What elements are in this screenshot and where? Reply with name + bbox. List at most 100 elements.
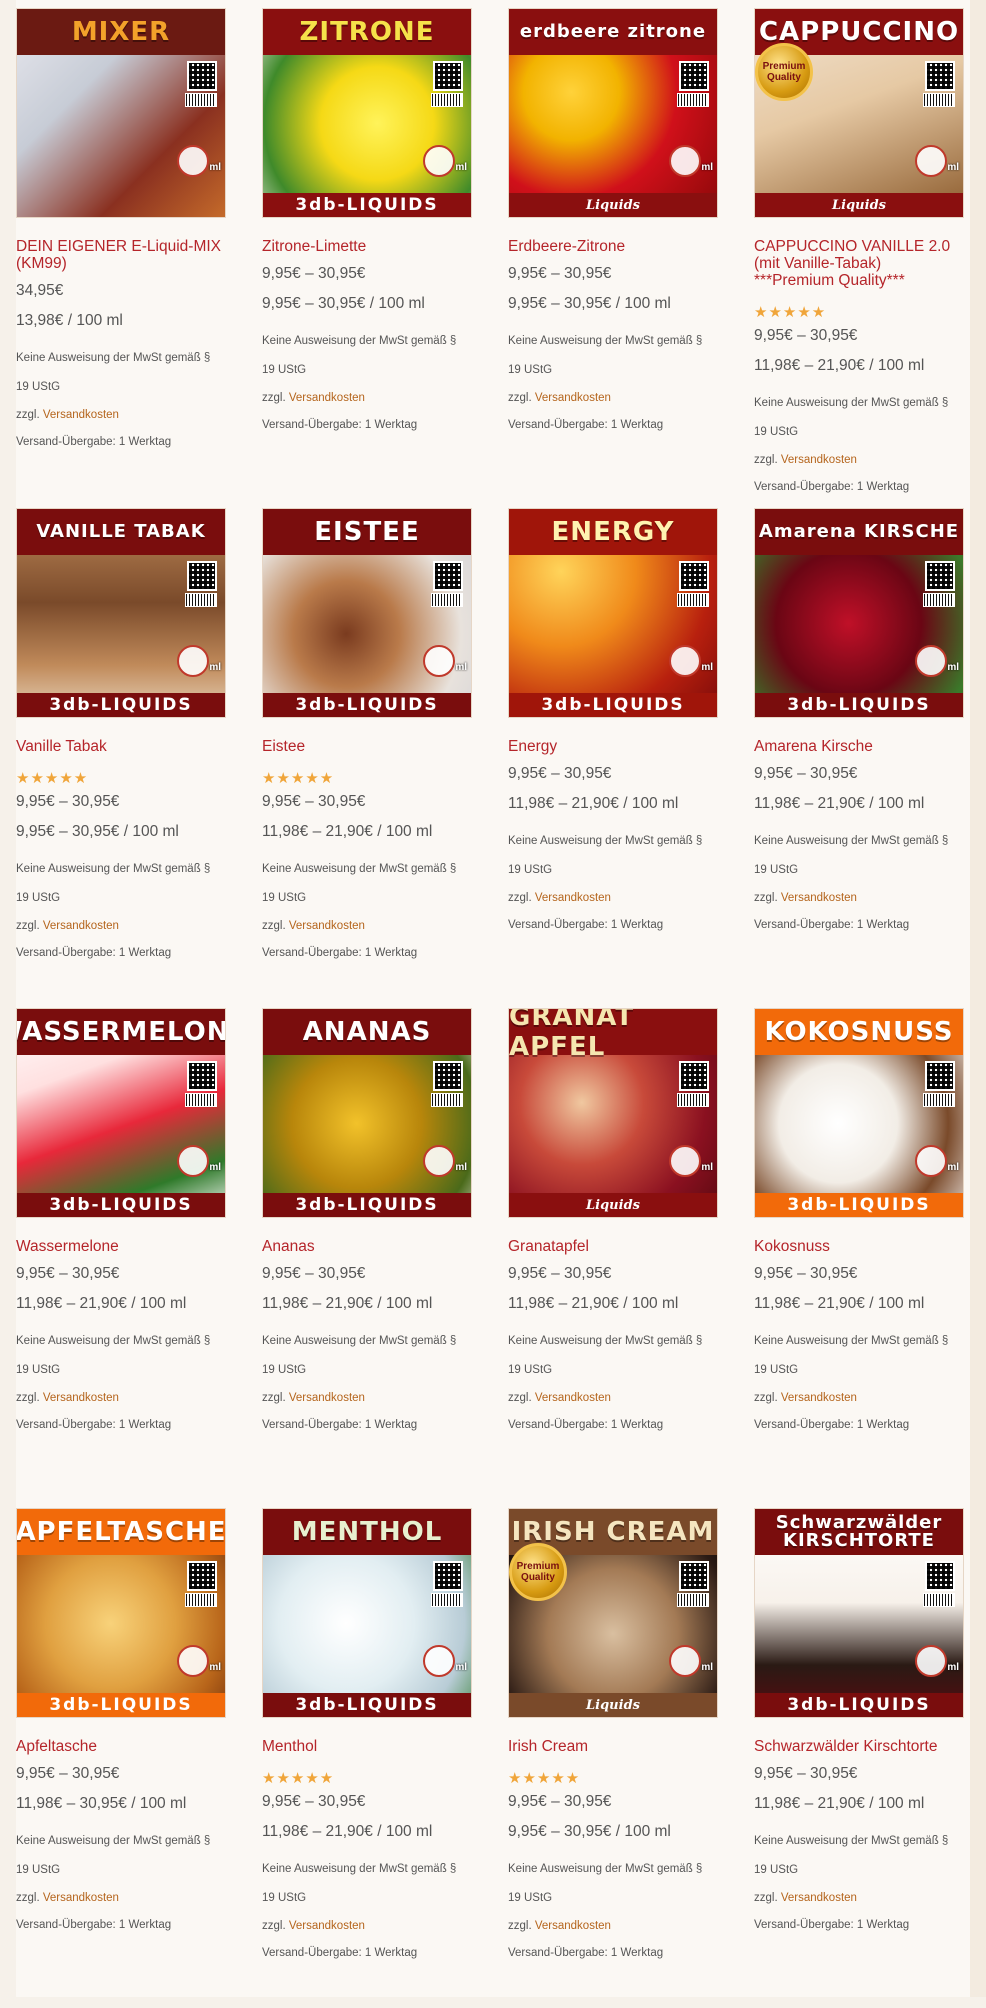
product-image[interactable]: MENTHOL ml 3db-LIQUIDS (262, 1508, 472, 1718)
product-title-link[interactable]: CAPPUCCINO VANILLE 2.0 (mit Vanille-Taba… (754, 238, 964, 289)
brand-strip: 3db-LIQUIDS (263, 693, 471, 717)
product-image[interactable]: IRISH CREAM Premium Quality ml Liquids (508, 1508, 718, 1718)
tax-note: Keine Ausweisung der MwSt gemäß § 19 USt… (262, 1327, 474, 1385)
product-image-banner: ZITRONE (263, 9, 471, 55)
unit-price: 11,98€ – 21,90€ / 100 ml (754, 1295, 925, 1312)
shipping-costs-link[interactable]: Versandkosten (535, 392, 611, 404)
delivery-note: Versand-Übergabe: 1 Werktag (262, 419, 418, 431)
shipping-note: zzgl. Versandkosten (262, 913, 508, 940)
product-image[interactable]: ENERGY ml 3db-LIQUIDS (508, 508, 718, 718)
barcode-icon (431, 1093, 463, 1107)
product-image[interactable]: MIXER ml (16, 8, 226, 218)
shipping-costs-link[interactable]: Versandkosten (535, 1920, 611, 1932)
barcode-icon (923, 1593, 955, 1607)
tax-note: Keine Ausweisung der MwSt gemäß § 19 USt… (508, 327, 720, 385)
ml-label: ml (701, 1662, 713, 1673)
product-image[interactable]: ZITRONE ml 3db-LIQUIDS (262, 8, 472, 218)
product-title-link[interactable]: Ananas (262, 1238, 472, 1255)
product-price: 9,95€ – 30,95€ (262, 793, 366, 810)
tax-note-line-1: Keine Ausweisung der MwSt gemäß § (262, 1335, 457, 1347)
unit-price: 11,98€ – 30,95€ / 100 ml (16, 1795, 187, 1812)
product-image[interactable]: CAPPUCCINO Premium Quality ml Liquids (754, 8, 964, 218)
shipping-costs-link[interactable]: Versandkosten (289, 920, 365, 932)
ml-label: ml (209, 662, 221, 673)
product-card: GRANAT APFEL ml Liquids Granatapfel 9,95… (508, 1008, 754, 1508)
shipping-costs-link[interactable]: Versandkosten (43, 920, 119, 932)
product-image[interactable]: Amarena KIRSCHE ml 3db-LIQUIDS (754, 508, 964, 718)
product-image[interactable]: EISTEE ml 3db-LIQUIDS (262, 508, 472, 718)
ml-label: ml (209, 1162, 221, 1173)
qr-code-icon (433, 561, 463, 591)
product-title-link[interactable]: Granatapfel (508, 1238, 718, 1255)
shipping-costs-link[interactable]: Versandkosten (781, 454, 857, 466)
tax-note: Keine Ausweisung der MwSt gemäß § 19 USt… (262, 855, 474, 913)
tax-note-line-2: 19 UStG (262, 1364, 307, 1376)
delivery-note: Versand-Übergabe: 1 Werktag (754, 919, 910, 931)
product-title-link[interactable]: Vanille Tabak (16, 738, 226, 755)
product-title-link[interactable]: Energy (508, 738, 718, 755)
tax-note-line-1: Keine Ausweisung der MwSt gemäß § (508, 1335, 703, 1347)
product-title-link[interactable]: Apfeltasche (16, 1738, 226, 1755)
product-title-link[interactable]: Schwarzwälder Kirschtorte (754, 1738, 964, 1755)
product-title-link[interactable]: DEIN EIGENER E-Liquid-MIX (KM99) (16, 238, 226, 272)
unit-price: 11,98€ – 21,90€ / 100 ml (508, 795, 679, 812)
shipping-prefix: zzgl. (754, 892, 778, 904)
product-card: EISTEE ml 3db-LIQUIDS Eistee ★★★★★ 9,95€… (262, 508, 508, 1008)
shipping-prefix: zzgl. (508, 392, 532, 404)
tax-note-line-2: 19 UStG (508, 364, 553, 376)
delivery-note: Versand-Übergabe: 1 Werktag (508, 1947, 664, 1959)
shipping-costs-link[interactable]: Versandkosten (535, 892, 611, 904)
product-image[interactable]: GRANAT APFEL ml Liquids (508, 1008, 718, 1218)
shipping-costs-link[interactable]: Versandkosten (781, 1892, 857, 1904)
product-image-banner: ANANAS (263, 1009, 471, 1055)
nicotine-circle-icon (915, 1645, 947, 1677)
product-title-link[interactable]: Eistee (262, 738, 472, 755)
shipping-note: zzgl. Versandkosten (754, 1885, 986, 1912)
nicotine-circle-icon (423, 1645, 455, 1677)
product-image[interactable]: WASSERMELONE ml 3db-LIQUIDS (16, 1008, 226, 1218)
product-title-link[interactable]: Kokosnuss (754, 1238, 964, 1255)
product-image[interactable]: ANANAS ml 3db-LIQUIDS (262, 1008, 472, 1218)
shipping-costs-link[interactable]: Versandkosten (43, 409, 119, 421)
product-title-link[interactable]: Zitrone-Limette (262, 238, 472, 255)
product-price: 9,95€ – 30,95€ (16, 1265, 120, 1282)
tax-note-line-1: Keine Ausweisung der MwSt gemäß § (508, 835, 703, 847)
shipping-costs-link[interactable]: Versandkosten (289, 1920, 365, 1932)
product-image[interactable]: erdbeere zitrone ml Liquids (508, 8, 718, 218)
tax-note-line-1: Keine Ausweisung der MwSt gemäß § (754, 835, 949, 847)
product-image[interactable]: VANILLE TABAK ml 3db-LIQUIDS (16, 508, 226, 718)
tax-note: Keine Ausweisung der MwSt gemäß § 19 USt… (754, 827, 966, 885)
product-price: 9,95€ – 30,95€ (262, 1265, 366, 1282)
tax-note-line-2: 19 UStG (16, 381, 61, 393)
delivery-note: Versand-Übergabe: 1 Werktag (754, 1419, 910, 1431)
tax-note-line-2: 19 UStG (16, 1364, 61, 1376)
shipping-costs-link[interactable]: Versandkosten (535, 1392, 611, 1404)
product-image[interactable]: Schwarzwälder KIRSCHTORTE ml 3db-LIQUIDS (754, 1508, 964, 1718)
shipping-costs-link[interactable]: Versandkosten (289, 1392, 365, 1404)
tax-note-line-2: 19 UStG (16, 892, 61, 904)
shipping-costs-link[interactable]: Versandkosten (43, 1892, 119, 1904)
nicotine-circle-icon (915, 145, 947, 177)
qr-code-icon (433, 61, 463, 91)
product-title-link[interactable]: Menthol (262, 1738, 472, 1755)
shipping-note: zzgl. Versandkosten (16, 1885, 262, 1912)
product-card: MENTHOL ml 3db-LIQUIDS Menthol ★★★★★ 9,9… (262, 1508, 508, 2008)
product-card: CAPPUCCINO Premium Quality ml Liquids CA… (754, 8, 986, 508)
product-title-link[interactable]: Irish Cream (508, 1738, 718, 1755)
product-title-link[interactable]: Erdbeere-Zitrone (508, 238, 718, 255)
delivery-note: Versand-Übergabe: 1 Werktag (16, 1919, 172, 1931)
nicotine-circle-icon (177, 1145, 209, 1177)
product-card: erdbeere zitrone ml Liquids Erdbeere-Zit… (508, 8, 754, 508)
shipping-costs-link[interactable]: Versandkosten (289, 392, 365, 404)
product-image[interactable]: KOKOSNUSS ml 3db-LIQUIDS (754, 1008, 964, 1218)
nicotine-circle-icon (177, 145, 209, 177)
shipping-costs-link[interactable]: Versandkosten (43, 1392, 119, 1404)
tax-note-line-1: Keine Ausweisung der MwSt gemäß § (262, 335, 457, 347)
shipping-costs-link[interactable]: Versandkosten (781, 892, 857, 904)
product-image[interactable]: APFELTASCHE ml 3db-LIQUIDS (16, 1508, 226, 1718)
product-title-link[interactable]: Amarena Kirsche (754, 738, 964, 755)
shipping-costs-link[interactable]: Versandkosten (781, 1392, 857, 1404)
product-title-link[interactable]: Wassermelone (16, 1238, 226, 1255)
tax-note-line-2: 19 UStG (508, 1364, 553, 1376)
tax-note-line-1: Keine Ausweisung der MwSt gemäß § (508, 1863, 703, 1875)
